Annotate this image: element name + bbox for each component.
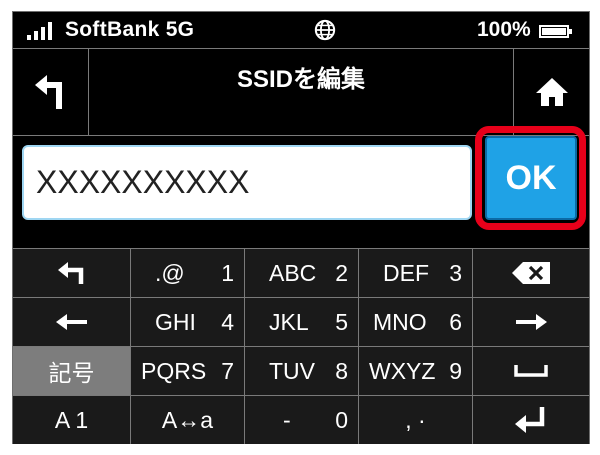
- key-9[interactable]: WXYZ 9: [359, 347, 472, 395]
- key-1-number: 1: [221, 259, 234, 286]
- globe-icon: [314, 19, 336, 41]
- ok-button[interactable]: OK: [485, 136, 577, 220]
- input-mode-key[interactable]: A 1: [13, 396, 130, 444]
- back-arrow-icon: [34, 75, 62, 109]
- key-8[interactable]: TUV 8: [245, 347, 358, 395]
- ssid-input[interactable]: [22, 145, 472, 220]
- battery-percent: 100%: [477, 18, 531, 41]
- header-bar: SSIDを編集: [13, 48, 589, 136]
- key-2-letters: ABC: [269, 259, 317, 286]
- key-3[interactable]: DEF 3: [359, 249, 472, 297]
- punctuation-key[interactable]: , ·: [359, 396, 472, 444]
- cursor-right-key[interactable]: [473, 298, 589, 346]
- key-6-letters: MNO: [373, 308, 427, 335]
- key-0-letters: -: [283, 406, 291, 433]
- key-7[interactable]: PQRS 7: [131, 347, 244, 395]
- ssid-input-area: OK: [13, 126, 589, 248]
- key-9-letters: WXYZ: [369, 357, 436, 384]
- device-screen: SoftBank 5G 100% SSIDを編集 OK: [12, 11, 590, 444]
- status-bar: SoftBank 5G 100%: [13, 12, 589, 48]
- key-4-number: 4: [221, 308, 234, 335]
- key-1-letters: .@: [155, 259, 185, 286]
- key-7-number: 7: [221, 357, 234, 384]
- case-toggle-label: A↔a: [161, 406, 214, 433]
- carrier-name: SoftBank 5G: [65, 18, 195, 41]
- backspace-key[interactable]: [473, 249, 589, 297]
- key-5-letters: JKL: [269, 308, 309, 335]
- key-3-letters: DEF: [383, 259, 429, 286]
- key-8-number: 8: [335, 357, 348, 384]
- key-1[interactable]: .@ 1: [131, 249, 244, 297]
- key-2-number: 2: [335, 259, 348, 286]
- page-title: SSIDを編集: [236, 66, 365, 93]
- key-8-letters: TUV: [269, 357, 315, 384]
- key-4[interactable]: GHI 4: [131, 298, 244, 346]
- arrow-left-icon: [55, 314, 87, 330]
- key-0[interactable]: - 0: [245, 396, 358, 444]
- space-key[interactable]: [473, 347, 589, 395]
- symbol-key-label: 記号: [48, 360, 95, 386]
- key-7-letters: PQRS: [141, 357, 207, 384]
- key-4-letters: GHI: [155, 308, 196, 335]
- input-mode-label: A 1: [54, 406, 89, 433]
- key-5[interactable]: JKL 5: [245, 298, 358, 346]
- keypad: .@ 1 ABC 2 DEF 3 GHI 4 JKL 5 MNO 6 記号 PQ…: [13, 248, 589, 444]
- enter-key[interactable]: [473, 396, 589, 444]
- arrow-right-icon: [516, 314, 547, 330]
- symbol-key[interactable]: 記号: [13, 347, 130, 395]
- key-2[interactable]: ABC 2: [245, 249, 358, 297]
- backspace-icon: [512, 262, 550, 284]
- punctuation-label: , ·: [405, 406, 426, 433]
- key-5-number: 5: [335, 308, 348, 335]
- back-button[interactable]: [13, 49, 89, 135]
- key-6-number: 6: [449, 308, 462, 335]
- home-icon: [535, 78, 568, 106]
- undo-key[interactable]: [13, 249, 130, 297]
- undo-icon: [57, 262, 83, 284]
- signal-bars-icon: [27, 22, 55, 40]
- battery-icon: [539, 25, 572, 38]
- enter-icon: [515, 407, 545, 433]
- case-toggle-key[interactable]: A↔a: [131, 396, 244, 444]
- home-button[interactable]: [513, 49, 589, 135]
- key-0-number: 0: [335, 406, 348, 433]
- cursor-left-key[interactable]: [13, 298, 130, 346]
- key-3-number: 3: [449, 259, 462, 286]
- battery-fill: [542, 28, 566, 35]
- space-icon: [514, 365, 548, 377]
- key-6[interactable]: MNO 6: [359, 298, 472, 346]
- key-9-number: 9: [449, 357, 462, 384]
